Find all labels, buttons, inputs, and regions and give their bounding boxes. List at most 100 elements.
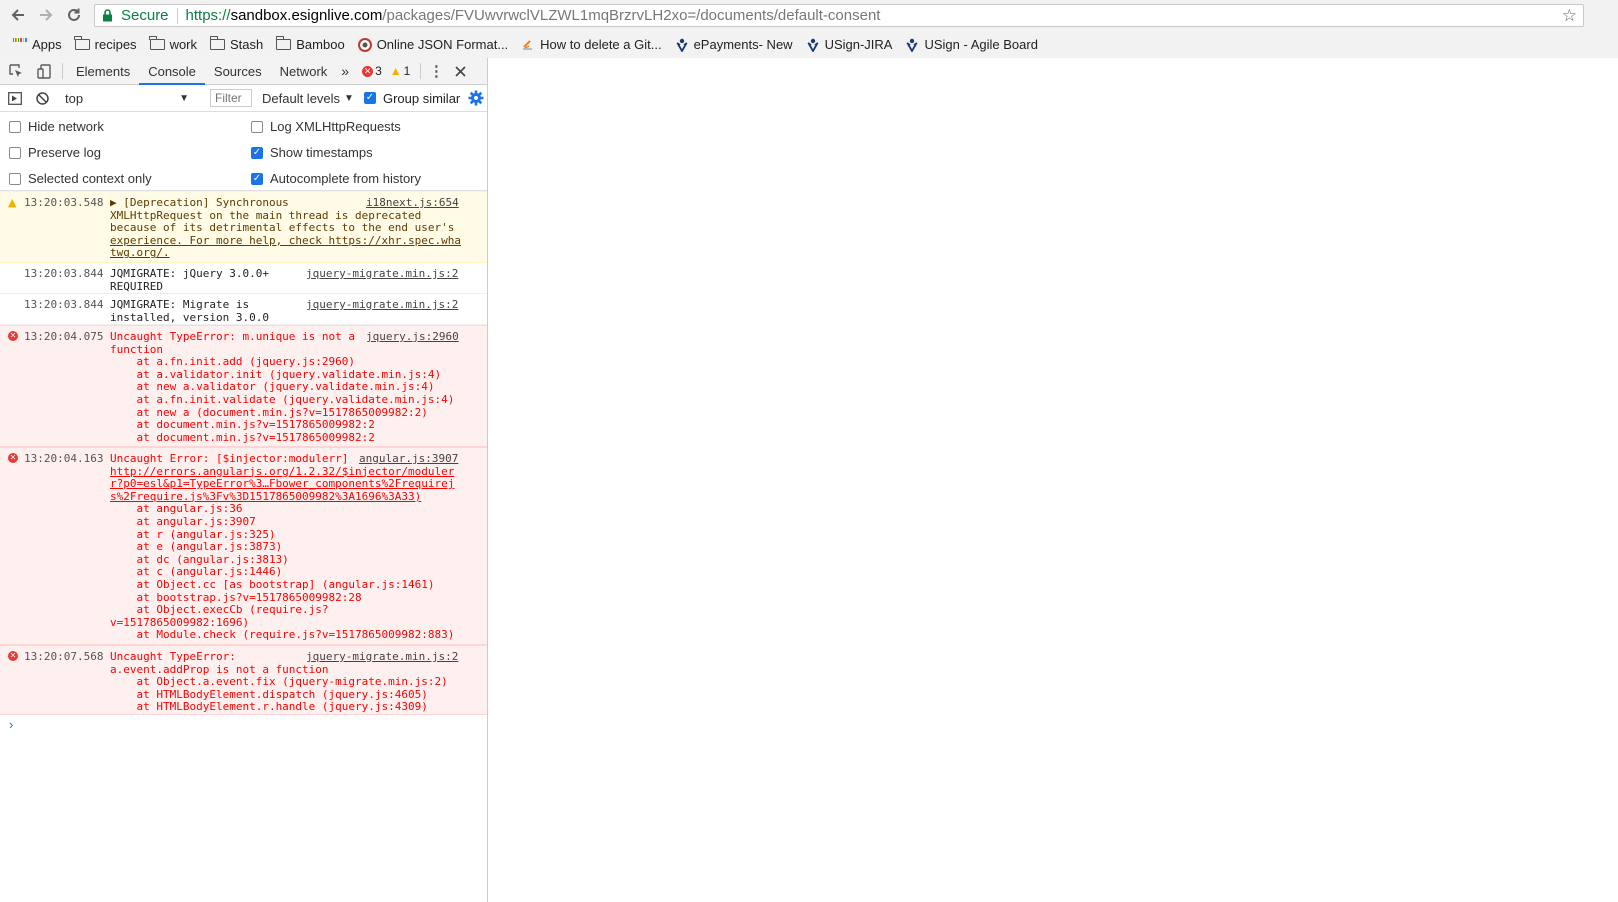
issue-counter[interactable]: ✕ 3 ▲ 1	[362, 58, 410, 84]
bookmark-bamboo[interactable]: Bamboo	[275, 36, 345, 52]
folder-icon	[74, 36, 90, 50]
back-button[interactable]	[6, 3, 30, 27]
message-line: a.event.addProp is not a function	[110, 662, 329, 676]
source-link[interactable]: jquery-migrate.min.js:2	[306, 298, 458, 312]
group-similar-toggle[interactable]: ✓ Group similar	[363, 91, 460, 106]
bookmark-usign-agile-board[interactable]: USign - Agile Board	[905, 37, 1038, 52]
log-xhr-option[interactable]: Log XMLHttpRequests	[251, 119, 401, 134]
stack-frame[interactable]: at Object.a.event.fix (jquery-migrate.mi…	[110, 675, 447, 688]
url-scheme: https://	[185, 7, 231, 24]
bookmark-json-formatter[interactable]: Online JSON Format...	[357, 37, 508, 52]
reload-button[interactable]	[62, 3, 86, 27]
stack-frame[interactable]: v=1517865009982:1696)	[110, 616, 249, 629]
stack-frame[interactable]: at a.fn.init.validate (jquery.validate.m…	[110, 393, 454, 406]
show-timestamps-option[interactable]: ✓ Show timestamps	[251, 145, 373, 160]
arrow-right-icon	[40, 9, 53, 21]
hide-network-option[interactable]: Hide network	[9, 119, 104, 134]
bookmark-epayments[interactable]: ePayments- New	[675, 37, 793, 52]
stack-frame[interactable]: at angular.js:36	[110, 502, 242, 516]
stack-frame[interactable]: at angular.js:3907	[110, 515, 255, 528]
error-url-line[interactable]: s%2Frequire.js%3Fv%3D1517865009982%3A169…	[110, 490, 421, 503]
console-settings-button[interactable]	[466, 90, 486, 106]
tab-sources[interactable]: Sources	[205, 58, 271, 84]
message-line: JQMIGRATE: jQuery 3.0.0+	[110, 267, 269, 280]
clear-console-button[interactable]	[30, 91, 54, 105]
context-value: top	[65, 90, 84, 106]
stack-frame[interactable]: at new a.validator (jquery.validate.min.…	[110, 380, 434, 394]
error-url-line[interactable]: http://errors.angularjs.org/1.2.32/$inje…	[110, 465, 454, 478]
stack-frame[interactable]: at r (angular.js:325)	[110, 528, 275, 541]
message-link-line[interactable]: twg.org/.	[110, 246, 170, 260]
bookmark-recipes[interactable]: recipes	[74, 36, 137, 52]
console-error-message[interactable]: ✕ 13:20:04.075 jquery.js:2960 Uncaught T…	[0, 325, 487, 447]
stack-frame[interactable]: at Object.cc [as bootstrap] (angular.js:…	[110, 578, 434, 591]
bookmarks-bar: Apps recipes work Stash Bamboo Online JS…	[0, 31, 1618, 59]
forward-button[interactable]	[34, 3, 58, 27]
close-icon	[455, 65, 466, 77]
option-label: Selected context only	[28, 171, 152, 186]
checkbox-checked-icon[interactable]: ✓	[251, 172, 263, 185]
preserve-log-option[interactable]: Preserve log	[9, 145, 101, 160]
stack-frame[interactable]: at c (angular.js:1446)	[110, 565, 282, 579]
bookmark-git-delete[interactable]: How to delete a Git...	[521, 37, 662, 52]
checkbox-checked-icon[interactable]: ✓	[363, 92, 376, 104]
selected-context-only-option[interactable]: Selected context only	[9, 171, 152, 186]
inspect-element-button[interactable]	[2, 58, 30, 84]
tab-elements[interactable]: Elements	[67, 58, 139, 84]
checkbox-unchecked-icon[interactable]	[9, 172, 21, 185]
checkbox-unchecked-icon[interactable]	[251, 120, 263, 133]
bookmark-work[interactable]: work	[149, 36, 197, 52]
tab-console[interactable]: Console	[139, 58, 205, 85]
context-select[interactable]: top ▼	[61, 88, 193, 108]
console-warning-message[interactable]: ▲ 13:20:03.548 i18next.js:654 ▶ [Depreca…	[0, 191, 487, 263]
bookmark-star-icon[interactable]: ☆	[1562, 6, 1577, 26]
stack-frame[interactable]: at dc (angular.js:3813)	[110, 553, 288, 566]
console-log-message[interactable]: 13:20:03.844 jquery-migrate.min.js:2 JQM…	[0, 294, 487, 325]
bookmark-label: Bamboo	[296, 37, 345, 52]
gear-icon	[468, 90, 484, 106]
message-line: installed, version 3.0.0	[110, 310, 269, 324]
error-url-line[interactable]: r?p0=esl&p1=TypeError%3…Fbower_component…	[110, 477, 454, 490]
stack-frame[interactable]: at document.min.js?v=1517865009982:2	[110, 431, 374, 444]
stack-frame[interactable]: at HTMLBodyElement.dispatch (jquery.js:4…	[110, 688, 427, 701]
stack-frame[interactable]: at bootstrap.js?v=1517865009982:28	[110, 591, 361, 604]
message-line[interactable]: ▶ [Deprecation] Synchronous	[110, 196, 289, 209]
tab-network[interactable]: Network	[271, 58, 337, 84]
stack-frame[interactable]: at Object.execCb (require.js?	[110, 603, 328, 616]
console-error-message[interactable]: ✕ 13:20:07.568 jquery-migrate.min.js:2 U…	[0, 645, 487, 715]
stack-frame[interactable]: at document.min.js?v=1517865009982:2	[110, 418, 374, 431]
stack-frame[interactable]: at a.validator.init (jquery.validate.min…	[110, 368, 441, 381]
stack-frame[interactable]: at a.fn.init.add (jquery.js:2960)	[110, 355, 355, 368]
more-tabs-chevron-icon[interactable]: »	[336, 58, 354, 84]
message-timestamp: 13:20:03.844	[24, 267, 104, 280]
page-viewport[interactable]	[488, 58, 1618, 902]
show-sidebar-button[interactable]	[0, 91, 30, 105]
bookmark-usign-jira[interactable]: USign-JIRA	[806, 37, 892, 52]
device-toolbar-button[interactable]	[30, 58, 58, 84]
autocomplete-history-option[interactable]: ✓ Autocomplete from history	[251, 171, 421, 186]
console-error-message[interactable]: ✕ 13:20:04.163 angular.js:3907 Uncaught …	[0, 447, 487, 645]
levels-dropdown[interactable]: Default levels ▼	[262, 91, 354, 106]
close-devtools-button[interactable]	[447, 58, 473, 84]
console-prompt-row[interactable]: ›	[0, 715, 487, 755]
stack-frame[interactable]: at Module.check (require.js?v=1517865009…	[110, 628, 454, 642]
stack-frame[interactable]: at new a (document.min.js?v=151786500998…	[110, 406, 427, 419]
message-link-line[interactable]: experience. For more help, check https:/…	[110, 234, 461, 247]
address-bar[interactable]: Secure https://sandbox.esignlive.com/pac…	[94, 4, 1584, 27]
checkbox-unchecked-icon[interactable]	[9, 120, 21, 133]
stack-frame[interactable]: at HTMLBodyElement.r.handle (jquery.js:4…	[110, 700, 427, 714]
console-log-message[interactable]: 13:20:03.844 jquery-migrate.min.js:2 JQM…	[0, 263, 487, 294]
inspect-cursor-icon	[8, 63, 22, 77]
browser-toolbar: Secure https://sandbox.esignlive.com/pac…	[0, 0, 1618, 31]
bookmark-stash[interactable]: Stash	[209, 36, 263, 52]
stack-frame[interactable]: at e (angular.js:3873)	[110, 540, 282, 553]
message-line: JQMIGRATE: Migrate is	[110, 298, 250, 311]
filter-input[interactable]	[210, 89, 252, 107]
source-link[interactable]: jquery-migrate.min.js:2	[306, 267, 458, 281]
message-text: JQMIGRATE: Migrate is installed, version…	[110, 298, 269, 324]
customize-menu-icon[interactable]: ⋮	[425, 58, 447, 84]
checkbox-checked-icon[interactable]: ✓	[251, 146, 263, 159]
checkbox-unchecked-icon[interactable]	[9, 146, 21, 159]
bookmark-apps[interactable]: Apps	[13, 37, 62, 52]
secure-label: Secure	[121, 7, 169, 24]
